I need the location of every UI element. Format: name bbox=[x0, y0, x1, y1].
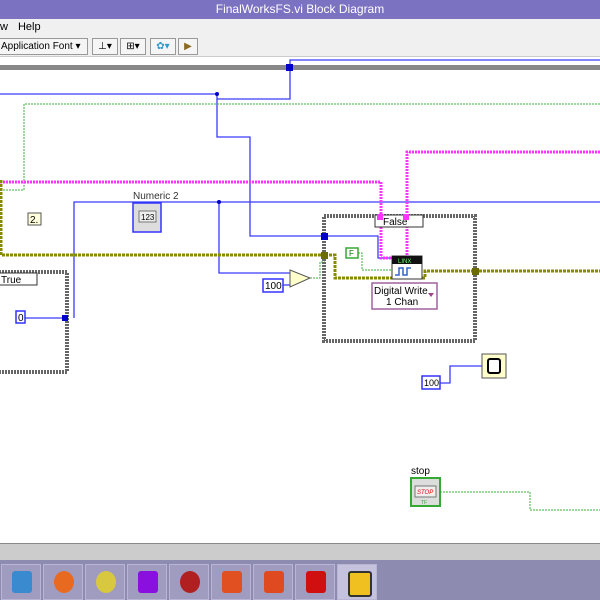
reorder-button[interactable]: ✿▾ bbox=[150, 38, 176, 55]
case-tunnel bbox=[321, 233, 328, 240]
window-title: FinalWorksFS.vi Block Diagram bbox=[215, 2, 385, 16]
distribute-objects-button[interactable]: ⊞▾ bbox=[120, 38, 146, 55]
constant-value: 100 bbox=[265, 281, 282, 292]
boolean-wires bbox=[0, 103, 600, 511]
linx-label: LINX bbox=[398, 259, 411, 265]
taskbar-magnifier[interactable] bbox=[127, 564, 167, 600]
numeric-wires bbox=[0, 59, 600, 384]
cluster-wires bbox=[0, 180, 600, 280]
cleanup-diagram-button[interactable]: ▶ bbox=[178, 38, 198, 55]
horizontal-scrollbar[interactable] bbox=[0, 543, 600, 561]
powerpoint-icon bbox=[222, 571, 242, 593]
constant-value: 0 bbox=[18, 313, 24, 324]
title-bar: FinalWorksFS.vi Block Diagram bbox=[0, 0, 600, 19]
font-select[interactable]: Application Font ▾ bbox=[0, 38, 88, 55]
while-loop-border bbox=[0, 65, 600, 70]
block-diagram-canvas[interactable]: False True 0 2. 100 F Numeric 2 123 LINX… bbox=[0, 57, 600, 543]
creative-cloud-icon bbox=[306, 571, 326, 593]
network-icon bbox=[12, 571, 32, 593]
font-select-value: Application Font bbox=[1, 41, 73, 52]
firefox-icon bbox=[54, 571, 74, 593]
case-tunnel bbox=[472, 268, 479, 275]
taskbar-powerpoint[interactable] bbox=[211, 564, 251, 600]
stop-text: STOP bbox=[417, 490, 433, 496]
constant-value: 100 bbox=[424, 378, 439, 388]
selector-line1: Digital Write bbox=[374, 286, 428, 297]
office-icon bbox=[264, 571, 284, 593]
menu-help[interactable]: Help bbox=[18, 21, 41, 33]
taskbar-search-tool[interactable] bbox=[85, 564, 125, 600]
case-tunnel bbox=[321, 252, 328, 259]
constant-value: F bbox=[349, 249, 354, 258]
string-wires bbox=[0, 150, 600, 260]
toolbar: Application Font ▾ ⊥▾ ⊞▾ ✿▾ ▶ bbox=[0, 36, 600, 57]
case-structure-left[interactable] bbox=[0, 270, 69, 374]
search-tool-icon bbox=[96, 571, 116, 593]
constant-value: 2. bbox=[30, 215, 38, 226]
taskbar bbox=[0, 560, 600, 600]
greater-than-icon[interactable] bbox=[289, 269, 312, 288]
taskbar-office[interactable] bbox=[253, 564, 293, 600]
taskbar-labview[interactable] bbox=[337, 564, 377, 600]
menu-window[interactable]: w bbox=[0, 21, 8, 33]
taskbar-mbp[interactable] bbox=[169, 564, 209, 600]
magnifier-icon bbox=[138, 571, 158, 593]
indicator-display: 123 bbox=[141, 213, 155, 222]
selector-line2: 1 Chan bbox=[386, 297, 418, 308]
taskbar-creative-cloud[interactable] bbox=[295, 564, 335, 600]
case-selector-label: True bbox=[1, 275, 22, 286]
align-objects-button[interactable]: ⊥▾ bbox=[92, 38, 118, 55]
stop-label: stop bbox=[411, 466, 430, 477]
shift-register-tunnel bbox=[286, 64, 293, 71]
mbp-icon bbox=[180, 571, 200, 593]
tf-text: TF bbox=[421, 500, 427, 506]
menu-bar: w Help bbox=[0, 19, 600, 36]
taskbar-network[interactable] bbox=[1, 564, 41, 600]
numeric2-label: Numeric 2 bbox=[133, 191, 179, 202]
taskbar-firefox[interactable] bbox=[43, 564, 83, 600]
labview-icon bbox=[348, 571, 372, 597]
